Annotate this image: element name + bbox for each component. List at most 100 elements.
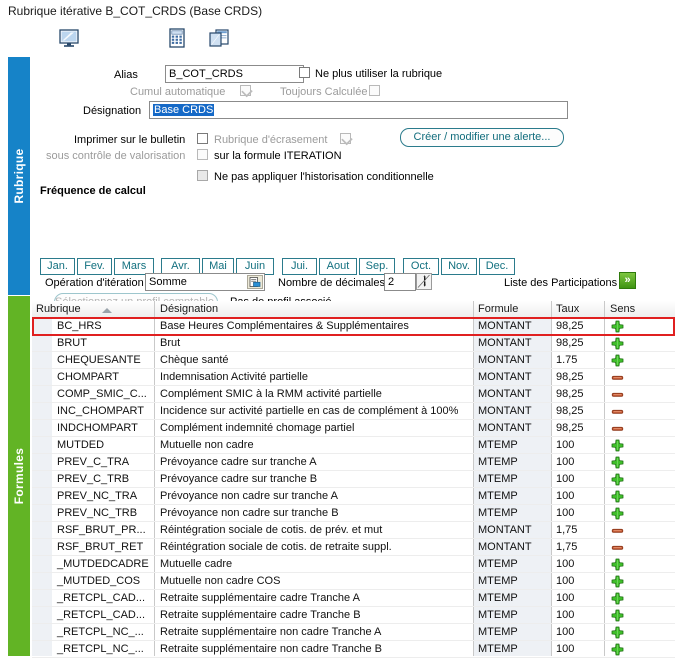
designation-label: Désignation <box>83 105 142 117</box>
toolbar <box>0 26 675 52</box>
table-row[interactable]: CHOMPART Indemnisation Activité partielle… <box>32 369 675 386</box>
cascade-windows-icon[interactable] <box>207 26 231 50</box>
table-row[interactable]: _MUTDEDCADRE Mutuelle cadre MTEMP 100 <box>32 556 675 573</box>
ne-plus-utiliser-checkbox[interactable] <box>299 67 310 78</box>
column-header-formule[interactable]: Formule <box>478 303 518 315</box>
cell-rubrique: CHEQUESANTE <box>57 354 141 366</box>
table-row[interactable]: RSF_BRUT_RET Réintégration sociale de cot… <box>32 539 675 556</box>
month-button-dec[interactable]: Dec. <box>479 258 515 275</box>
sidebar-tab-rubrique-label: Rubrique <box>12 148 26 204</box>
table-row[interactable]: INC_CHOMPART Incidence sur activité parti… <box>32 403 675 420</box>
cumul-automatique-checkbox[interactable] <box>240 85 251 96</box>
rubrique-ecrasement-checkbox[interactable] <box>197 133 208 144</box>
table-row[interactable]: PREV_NC_TRB Prévoyance non cadre sur tran… <box>32 505 675 522</box>
operation-iteration-combo[interactable]: Somme <box>145 273 265 291</box>
sidebar-tab-formules[interactable]: Formules <box>8 296 30 656</box>
rubriques-grid: Rubrique Désignation Formule Taux Sens B… <box>32 301 675 658</box>
toujours-calculee-label: Toujours Calculée <box>280 86 368 98</box>
table-row[interactable]: BC_HRS Base Heures Complémentaires & Supp… <box>32 318 675 335</box>
creer-modifier-alerte-button[interactable]: Créer / modifier une alerte... <box>400 128 564 147</box>
monitor-icon[interactable] <box>57 26 81 50</box>
cell-formule: MTEMP <box>478 592 518 604</box>
cell-taux: 100 <box>556 473 575 485</box>
cell-taux: 1,75 <box>556 524 578 536</box>
cell-taux: 100 <box>556 592 575 604</box>
cell-designation: Retraite supplémentaire cadre Tranche B <box>160 609 361 621</box>
cell-taux: 1,75 <box>556 541 578 553</box>
cell-designation: Prévoyance cadre sur tranche A <box>160 456 317 468</box>
table-row[interactable]: CHEQUESANTE Chèque santé MONTANT 1.75 <box>32 352 675 369</box>
column-header-sens[interactable]: Sens <box>610 303 635 315</box>
nombre-decimales-input[interactable]: 2 <box>384 273 416 291</box>
cell-taux: 1.75 <box>556 354 578 366</box>
cell-formule: MTEMP <box>478 490 518 502</box>
cell-formule: MONTANT <box>478 354 532 366</box>
table-row[interactable]: _RETCPL_CAD... Retraite supplémentaire ca… <box>32 607 675 624</box>
historisation-checkbox[interactable] <box>197 170 208 181</box>
cell-formule: MTEMP <box>478 558 518 570</box>
table-row[interactable]: _MUTDED_COS Mutuelle non cadre COS MTEMP 10… <box>32 573 675 590</box>
formule-iteration-checkbox[interactable] <box>197 149 208 160</box>
liste-participations-button[interactable]: » <box>619 272 636 289</box>
table-row[interactable]: PREV_C_TRB Prévoyance cadre sur tranche B… <box>32 471 675 488</box>
toujours-calculee-checkbox[interactable] <box>369 85 380 96</box>
cell-designation: Brut <box>160 337 181 349</box>
cell-rubrique: COMP_SMIC_C... <box>57 388 147 400</box>
column-header-rubrique[interactable]: Rubrique <box>36 303 81 315</box>
table-row[interactable]: _RETCPL_CAD... Retraite supplémentaire ca… <box>32 590 675 607</box>
sidebar-tab-rubrique[interactable]: Rubrique <box>8 57 30 295</box>
cell-designation: Complément indemnité chomage partiel <box>160 422 355 434</box>
operation-iteration-value: Somme <box>149 276 187 288</box>
nombre-decimales-label: Nombre de décimales <box>278 277 385 289</box>
cell-rubrique: _MUTDED_COS <box>57 575 141 587</box>
month-button-aout[interactable]: Aout <box>319 258 357 275</box>
table-row[interactable]: PREV_C_TRA Prévoyance cadre sur tranche A… <box>32 454 675 471</box>
designation-input[interactable]: Base CRDS <box>149 101 568 119</box>
cell-taux: 100 <box>556 575 575 587</box>
cell-rubrique: _RETCPL_NC_... <box>57 643 144 655</box>
cell-designation: Réintégration sociale de cotis. de retra… <box>160 541 392 553</box>
cell-formule: MONTANT <box>478 541 532 553</box>
cell-taux: 98,25 <box>556 388 584 400</box>
table-row[interactable]: PREV_NC_TRA Prévoyance non cadre sur tran… <box>32 488 675 505</box>
cell-rubrique: PREV_NC_TRB <box>57 507 138 519</box>
cell-rubrique: RSF_BRUT_PR... <box>57 524 146 536</box>
cell-taux: 100 <box>556 643 575 655</box>
cell-designation: Prévoyance non cadre sur tranche A <box>160 490 338 502</box>
rubrique-form-panel: Alias B_COT_CRDS Cumul automatique Toujo… <box>32 55 675 312</box>
month-button-nov[interactable]: Nov. <box>441 258 477 275</box>
column-header-designation[interactable]: Désignation <box>160 303 218 315</box>
cell-rubrique: _RETCPL_NC_... <box>57 626 144 638</box>
table-row[interactable]: _RETCPL_NC_... Retraite supplémentaire no… <box>32 624 675 641</box>
table-row[interactable]: INDCHOMPART Complément indemnité chomage … <box>32 420 675 437</box>
cell-taux: 100 <box>556 507 575 519</box>
sort-ascending-icon <box>102 308 112 313</box>
cell-formule: MONTANT <box>478 388 532 400</box>
grid-header: Rubrique Désignation Formule Taux Sens <box>32 301 675 319</box>
table-row[interactable]: COMP_SMIC_C... Complément SMIC à la RMM a… <box>32 386 675 403</box>
table-row[interactable]: MUTDED Mutuelle non cadre MTEMP 100 <box>32 437 675 454</box>
ecrasement-side-checkbox[interactable] <box>340 133 351 144</box>
cell-designation: Base Heures Complémentaires & Supplément… <box>160 320 409 332</box>
cell-formule: MONTANT <box>478 337 532 349</box>
alias-input[interactable]: B_COT_CRDS <box>165 65 304 83</box>
cell-taux: 98,25 <box>556 405 584 417</box>
cell-formule: MONTANT <box>478 320 532 332</box>
cell-formule: MTEMP <box>478 609 518 621</box>
cell-taux: 100 <box>556 456 575 468</box>
table-row[interactable]: RSF_BRUT_PR... Réintégration sociale de c… <box>32 522 675 539</box>
combo-dropdown-icon[interactable] <box>247 275 263 289</box>
cell-taux: 100 <box>556 439 575 451</box>
cell-rubrique: _RETCPL_CAD... <box>57 609 146 621</box>
column-header-taux[interactable]: Taux <box>556 303 579 315</box>
calculator-icon[interactable] <box>165 26 189 50</box>
table-row[interactable]: BRUT Brut MONTANT 98,25 <box>32 335 675 352</box>
month-button-jan[interactable]: Jan. <box>40 258 75 275</box>
month-button-fev[interactable]: Fev. <box>77 258 112 275</box>
cell-rubrique: PREV_NC_TRA <box>57 490 138 502</box>
alias-label: Alias <box>114 69 138 81</box>
decimales-spinner[interactable] <box>416 273 432 290</box>
month-button-jui[interactable]: Jui. <box>282 258 317 275</box>
cell-taux: 100 <box>556 609 575 621</box>
table-row[interactable]: _RETCPL_NC_... Retraite supplémentaire no… <box>32 641 675 658</box>
